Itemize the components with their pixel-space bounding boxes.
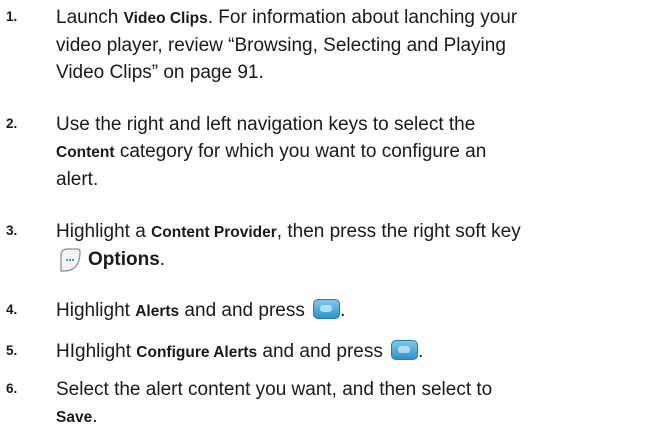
text-run: .	[92, 406, 98, 427]
text-line: Select the alert content you want, and t…	[56, 379, 493, 400]
step-text: Use the right and left navigation keys t…	[56, 111, 643, 193]
step-number: 3.	[6, 223, 18, 238]
text-run: .	[340, 300, 346, 321]
text-run: Launch	[56, 7, 124, 28]
text-line: Video Clips” on page 91.	[56, 62, 264, 83]
step-number: 2.	[6, 116, 18, 131]
step-text: Highlight a Content Provider, then press…	[56, 218, 643, 273]
ok-key-icon	[391, 340, 419, 360]
step-number: 4.	[6, 302, 18, 317]
text-line: alert.	[56, 169, 99, 190]
step-number: 1.	[6, 9, 18, 24]
bold-term: Save	[56, 409, 93, 426]
step-text: HIghlight Configure Alerts and and press…	[56, 338, 643, 366]
text-run: . For information about lanching your	[207, 7, 518, 28]
text-run: .	[418, 341, 424, 362]
ok-key-icon	[313, 299, 341, 319]
bold-term: Alerts	[135, 303, 180, 320]
text-run: Highlight a	[56, 221, 152, 242]
bold-term: Configure Alerts	[136, 344, 258, 361]
text-run: .	[159, 249, 166, 270]
bold-term: Video Clips	[123, 10, 208, 27]
text-run: and and press	[257, 341, 389, 362]
step-number: 6.	[6, 381, 18, 396]
text-line: video player, review “Browsing, Selectin…	[56, 35, 506, 56]
text-run: HIghlight	[56, 341, 137, 362]
right-soft-key-icon	[60, 248, 81, 272]
step-text: Select the alert content you want, and t…	[56, 376, 643, 431]
step-number: 5.	[6, 343, 18, 358]
bold-term: Content Provider	[151, 224, 277, 241]
step-text: Highlight Alerts and and press .	[56, 297, 643, 325]
text-run: Highlight	[56, 300, 136, 321]
text-line: Use the right and left navigation keys t…	[56, 114, 476, 135]
text-run: category for which you want to configure…	[114, 141, 487, 162]
text-run: , then press the right soft key	[276, 221, 521, 242]
text-run: and and press	[179, 300, 311, 321]
bold-term: Content	[56, 144, 115, 161]
step-text: Launch Video Clips. For information abou…	[56, 4, 643, 86]
bold-term: Options	[88, 249, 160, 270]
